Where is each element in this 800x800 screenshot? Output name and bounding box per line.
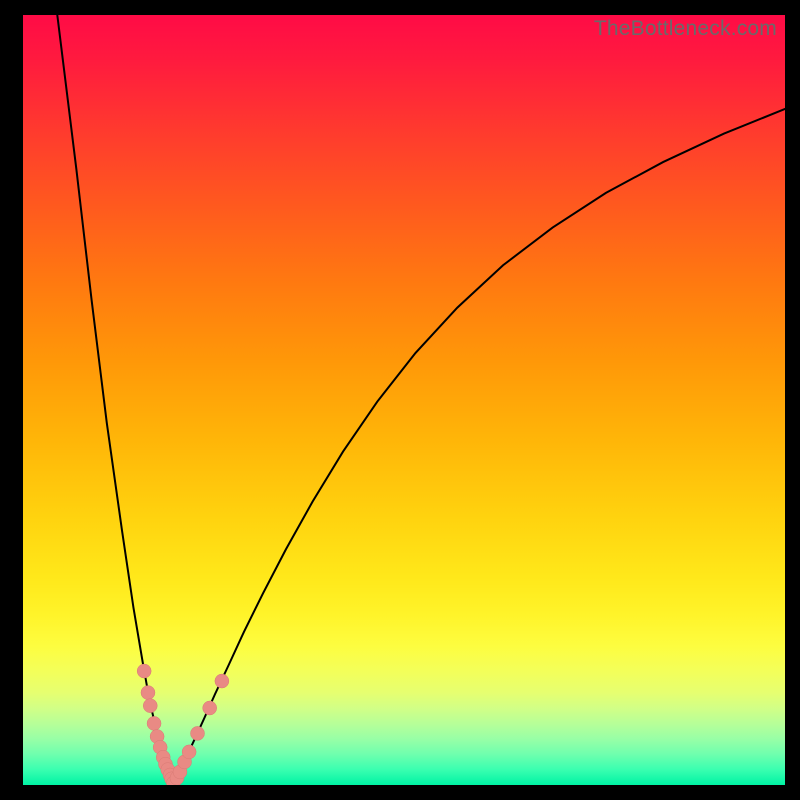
marker-group bbox=[137, 664, 229, 785]
data-marker bbox=[137, 664, 151, 678]
curve-left bbox=[57, 15, 173, 785]
data-marker bbox=[191, 726, 205, 740]
curve-layer bbox=[23, 15, 785, 785]
chart-frame: TheBottleneck.com bbox=[0, 0, 800, 800]
data-marker bbox=[182, 745, 196, 759]
data-marker bbox=[147, 716, 161, 730]
watermark-text: TheBottleneck.com bbox=[594, 17, 777, 41]
plot-area: TheBottleneck.com bbox=[23, 15, 785, 785]
data-marker bbox=[141, 686, 155, 700]
curve-right bbox=[173, 109, 785, 785]
data-marker bbox=[203, 701, 217, 715]
data-marker bbox=[143, 699, 157, 713]
data-marker bbox=[215, 674, 229, 688]
